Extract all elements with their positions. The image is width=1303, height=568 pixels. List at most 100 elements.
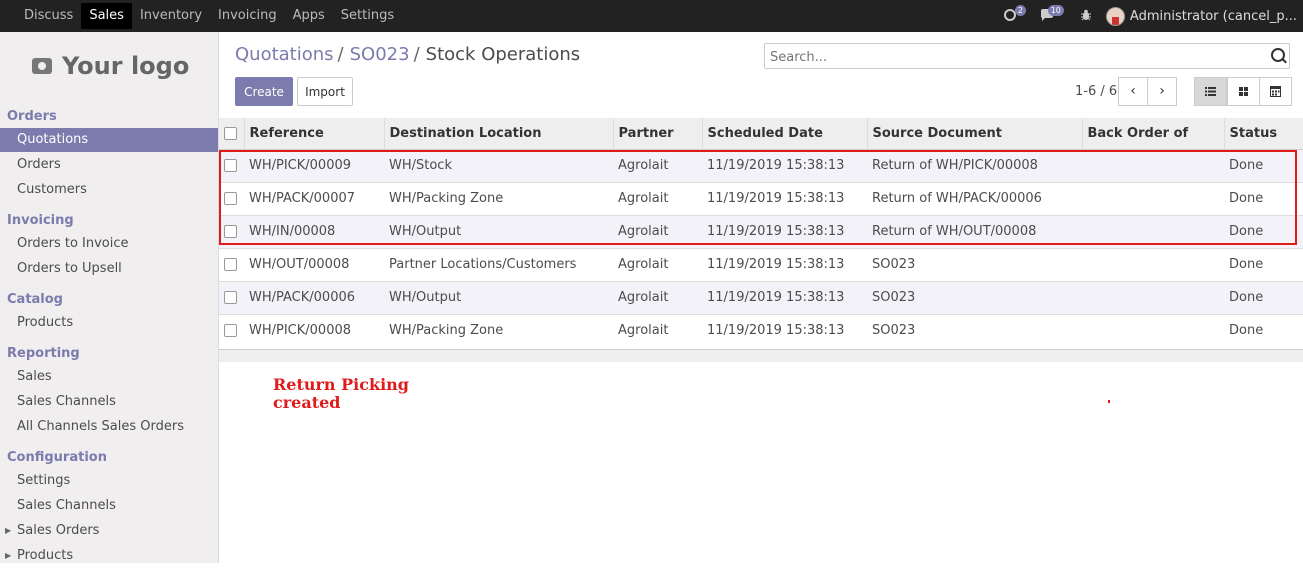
- cell-partner: Agrolait: [613, 247, 702, 281]
- section-reporting: Reporting: [7, 346, 80, 361]
- cell-reference: WH/PACK/00006: [244, 280, 384, 314]
- camera-icon: [32, 58, 52, 74]
- messages-icon[interactable]: 10: [1040, 4, 1064, 24]
- logo-text: Your logo: [62, 52, 190, 80]
- section-catalog: Catalog: [7, 292, 63, 307]
- cell-source-document: SO023: [867, 247, 1082, 281]
- cell-source-document: SO023: [867, 313, 1082, 347]
- section-invoicing: Invoicing: [7, 213, 74, 228]
- pager-next-button[interactable]: ›: [1147, 77, 1177, 106]
- column-header-status[interactable]: Status: [1224, 118, 1303, 150]
- chevron-right-icon: ›: [1159, 83, 1165, 99]
- sidebar-item-all-channels-sales-orders[interactable]: All Channels Sales Orders: [0, 415, 218, 439]
- cell-source-document: SO023: [867, 280, 1082, 314]
- sidebar-item-orders[interactable]: Orders: [0, 153, 218, 177]
- sidebar-item-config-products[interactable]: ▶ Products: [0, 544, 218, 568]
- sidebar-item-config-sales-channels[interactable]: Sales Channels: [0, 494, 218, 518]
- chevron-left-icon: ‹: [1130, 83, 1136, 99]
- menu-inventory[interactable]: Inventory: [132, 0, 210, 32]
- caret-right-icon: ▶: [5, 551, 12, 560]
- menu-apps[interactable]: Apps: [285, 0, 333, 32]
- menu-sales[interactable]: Sales: [81, 3, 132, 29]
- messages-badge: 10: [1047, 4, 1064, 16]
- table-header-row: Reference Destination Location Partner S…: [219, 118, 1303, 150]
- row-checkbox[interactable]: [219, 247, 244, 281]
- section-orders: Orders: [7, 109, 57, 124]
- row-checkbox[interactable]: [219, 280, 244, 314]
- activity-icon[interactable]: 2: [1003, 4, 1026, 24]
- column-header-partner[interactable]: Partner: [613, 118, 703, 150]
- calendar-icon: [1270, 86, 1281, 97]
- pager-previous-button[interactable]: ‹: [1118, 77, 1148, 106]
- column-header-reference[interactable]: Reference: [244, 118, 385, 150]
- app-menu: Discuss Sales Inventory Invoicing Apps S…: [0, 0, 402, 32]
- menu-discuss[interactable]: Discuss: [16, 0, 81, 32]
- sidebar-item-orders-to-upsell[interactable]: Orders to Upsell: [0, 257, 218, 281]
- kanban-view-button[interactable]: [1227, 77, 1260, 106]
- cell-destination: WH/Output: [384, 280, 613, 314]
- import-button[interactable]: Import: [297, 77, 353, 106]
- user-menu[interactable]: Administrator (cancel_p...: [1105, 6, 1303, 26]
- breadcrumb-quotations[interactable]: Quotations: [235, 44, 334, 65]
- column-header-back-order-of[interactable]: Back Order of: [1082, 118, 1225, 150]
- column-header-source-document[interactable]: Source Document: [867, 118, 1083, 150]
- page-title: Stock Operations: [425, 44, 581, 65]
- annotation-line-2: created: [273, 393, 341, 412]
- menu-settings[interactable]: Settings: [333, 0, 402, 32]
- column-header-scheduled-date[interactable]: Scheduled Date: [702, 118, 868, 150]
- cell-back-order-of: [1082, 313, 1224, 347]
- kanban-icon: [1239, 87, 1248, 96]
- column-header-destination-location[interactable]: Destination Location: [384, 118, 614, 150]
- annotation-highlight-box: [219, 150, 1297, 245]
- sidebar-item-config-sales-orders[interactable]: ▶ Sales Orders: [0, 519, 218, 543]
- table-row[interactable]: WH/PACK/00006 WH/Output Agrolait 11/19/2…: [219, 280, 1303, 314]
- table-row[interactable]: WH/OUT/00008 Partner Locations/Customers…: [219, 247, 1303, 281]
- cell-destination: Partner Locations/Customers: [384, 247, 613, 281]
- company-logo[interactable]: Your logo: [32, 52, 189, 80]
- menu-invoicing[interactable]: Invoicing: [210, 0, 285, 32]
- cell-status: Done: [1224, 280, 1303, 314]
- breadcrumb-separator: /: [413, 44, 420, 65]
- activity-badge: 2: [1014, 4, 1026, 16]
- sidebar-item-report-sales-channels[interactable]: Sales Channels: [0, 390, 218, 414]
- sidebar-item-products[interactable]: Products: [0, 311, 218, 335]
- cell-back-order-of: [1082, 280, 1224, 314]
- annotation-text: Return Picking created: [273, 376, 433, 412]
- sidebar-item-orders-to-invoice[interactable]: Orders to Invoice: [0, 232, 218, 256]
- sidebar-item-config-settings[interactable]: Settings: [0, 469, 218, 493]
- search-icon[interactable]: [1271, 48, 1285, 62]
- row-checkbox[interactable]: [219, 313, 244, 347]
- create-button[interactable]: Create: [235, 77, 293, 106]
- cell-scheduled-date: 11/19/2019 15:38:13: [702, 313, 867, 347]
- sidebar-item-report-sales[interactable]: Sales: [0, 365, 218, 389]
- top-navbar: Discuss Sales Inventory Invoicing Apps S…: [0, 0, 1303, 32]
- breadcrumb-separator: /: [337, 44, 344, 65]
- annotation-line-1: Return Picking: [273, 375, 409, 394]
- bug-icon[interactable]: [1080, 9, 1092, 24]
- pager-value[interactable]: 1-6 / 6: [1075, 84, 1117, 99]
- breadcrumb-so023[interactable]: SO023: [350, 44, 410, 65]
- search-input[interactable]: [765, 44, 1262, 70]
- cell-partner: Agrolait: [613, 313, 702, 347]
- sidebar: Your logo Orders Quotations Orders Custo…: [0, 32, 219, 563]
- cell-reference: WH/OUT/00008: [244, 247, 384, 281]
- cell-partner: Agrolait: [613, 280, 702, 314]
- sidebar-item-quotations[interactable]: Quotations: [0, 128, 218, 152]
- annotation-mark: [1108, 400, 1110, 403]
- cell-back-order-of: [1082, 247, 1224, 281]
- search-box: [764, 43, 1290, 70]
- sidebar-item-customers[interactable]: Customers: [0, 178, 218, 202]
- systray: 2 10 Administrator (cancel_p...: [996, 0, 1303, 32]
- cell-scheduled-date: 11/19/2019 15:38:13: [702, 247, 867, 281]
- calendar-view-button[interactable]: [1259, 77, 1292, 106]
- cell-reference: WH/PICK/00008: [244, 313, 384, 347]
- sidebar-item-label: Sales Orders: [17, 523, 100, 538]
- select-all-checkbox[interactable]: [219, 118, 245, 150]
- breadcrumb: Quotations / SO023/Stock Operations: [235, 44, 580, 65]
- cell-status: Done: [1224, 247, 1303, 281]
- cell-status: Done: [1224, 313, 1303, 347]
- list-view-button[interactable]: [1194, 77, 1227, 106]
- section-configuration: Configuration: [7, 450, 107, 465]
- cell-scheduled-date: 11/19/2019 15:38:13: [702, 280, 867, 314]
- table-row[interactable]: WH/PICK/00008 WH/Packing Zone Agrolait 1…: [219, 313, 1303, 347]
